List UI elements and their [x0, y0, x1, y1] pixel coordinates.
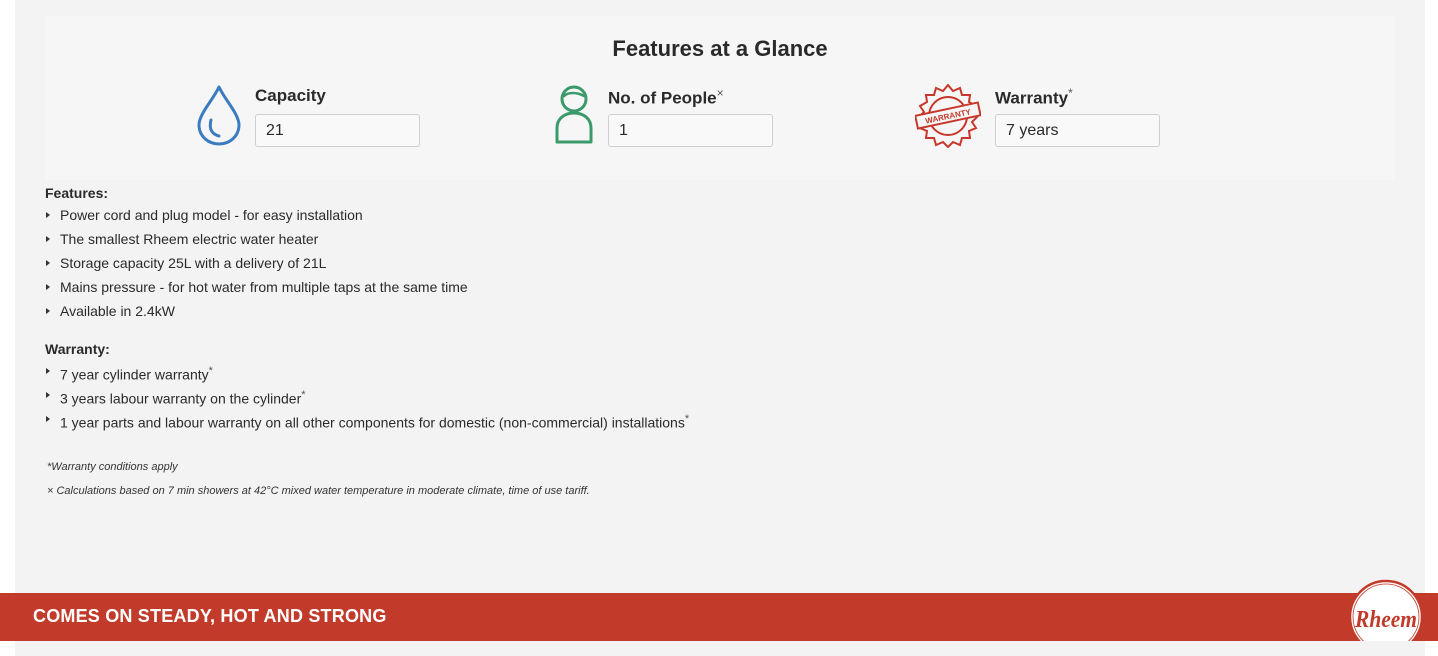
bottom-strip	[150, 641, 1425, 656]
list-item: 1 year parts and labour warranty on all …	[45, 407, 1045, 431]
product-details: Features: Power cord and plug model - fo…	[45, 183, 1045, 503]
list-item-text: 1 year parts and labour warranty on all …	[60, 414, 685, 431]
list-item: 7 year cylinder warranty*	[45, 359, 1045, 383]
features-section: Features: Power cord and plug model - fo…	[45, 183, 1045, 323]
features-heading: Features:	[45, 185, 109, 201]
warranty-seal-icon: WARRANTY	[914, 83, 982, 153]
warranty-section: Warranty: 7 year cylinder warranty* 3 ye…	[45, 339, 1045, 431]
warranty-heading: Warranty:	[45, 341, 110, 357]
banner-tagline: COMES ON STEADY, HOT AND STRONG	[33, 606, 387, 626]
people-label-text: No. of People	[608, 88, 717, 108]
list-item: Available in 2.4kW	[45, 299, 1045, 323]
list-item: Mains pressure - for hot water from mult…	[45, 275, 1045, 299]
water-drop-icon	[195, 84, 243, 153]
warranty-label-text: Warranty	[995, 88, 1069, 108]
warranty-footnote: *Warranty conditions apply	[47, 461, 178, 473]
warranty-list: 7 year cylinder warranty* 3 years labour…	[45, 359, 1045, 431]
warranty-value: 7 years	[995, 114, 1160, 147]
people-label-marker: ×	[716, 86, 724, 100]
warranty-label: Warranty*	[995, 86, 1073, 109]
calculation-footnote: × Calculations based on 7 min showers at…	[47, 485, 590, 497]
list-item-marker: *	[301, 389, 306, 401]
warranty-label-marker: *	[1068, 86, 1073, 100]
features-list: Power cord and plug model - for easy ins…	[45, 203, 1045, 323]
glance-title: Features at a Glance	[612, 36, 828, 61]
footnotes: *Warranty conditions apply × Calculation…	[45, 455, 1045, 503]
list-item: Storage capacity 25L with a delivery of …	[45, 251, 1045, 275]
tagline-banner: COMES ON STEADY, HOT AND STRONG	[0, 593, 1438, 641]
person-icon	[553, 84, 595, 151]
list-item-text: 7 year cylinder warranty	[60, 366, 209, 383]
capacity-value: 21	[255, 114, 420, 147]
features-at-a-glance: Features at a Glance Capacity 21 No. of …	[45, 16, 1395, 180]
people-label: No. of People×	[608, 86, 724, 109]
list-item: The smallest Rheem electric water heater	[45, 227, 1045, 251]
list-item: 3 years labour warranty on the cylinder*	[45, 383, 1045, 407]
list-item-marker: *	[208, 365, 213, 377]
list-item-marker: *	[684, 413, 690, 425]
page: Features at a Glance Capacity 21 No. of …	[0, 0, 1438, 656]
capacity-label: Capacity	[255, 86, 326, 105]
list-item-text: 3 years labour warranty on the cylinder	[60, 390, 302, 407]
logo-text: Rheem	[1354, 607, 1417, 633]
list-item: Power cord and plug model - for easy ins…	[45, 203, 1045, 227]
people-value: 1	[608, 114, 773, 147]
